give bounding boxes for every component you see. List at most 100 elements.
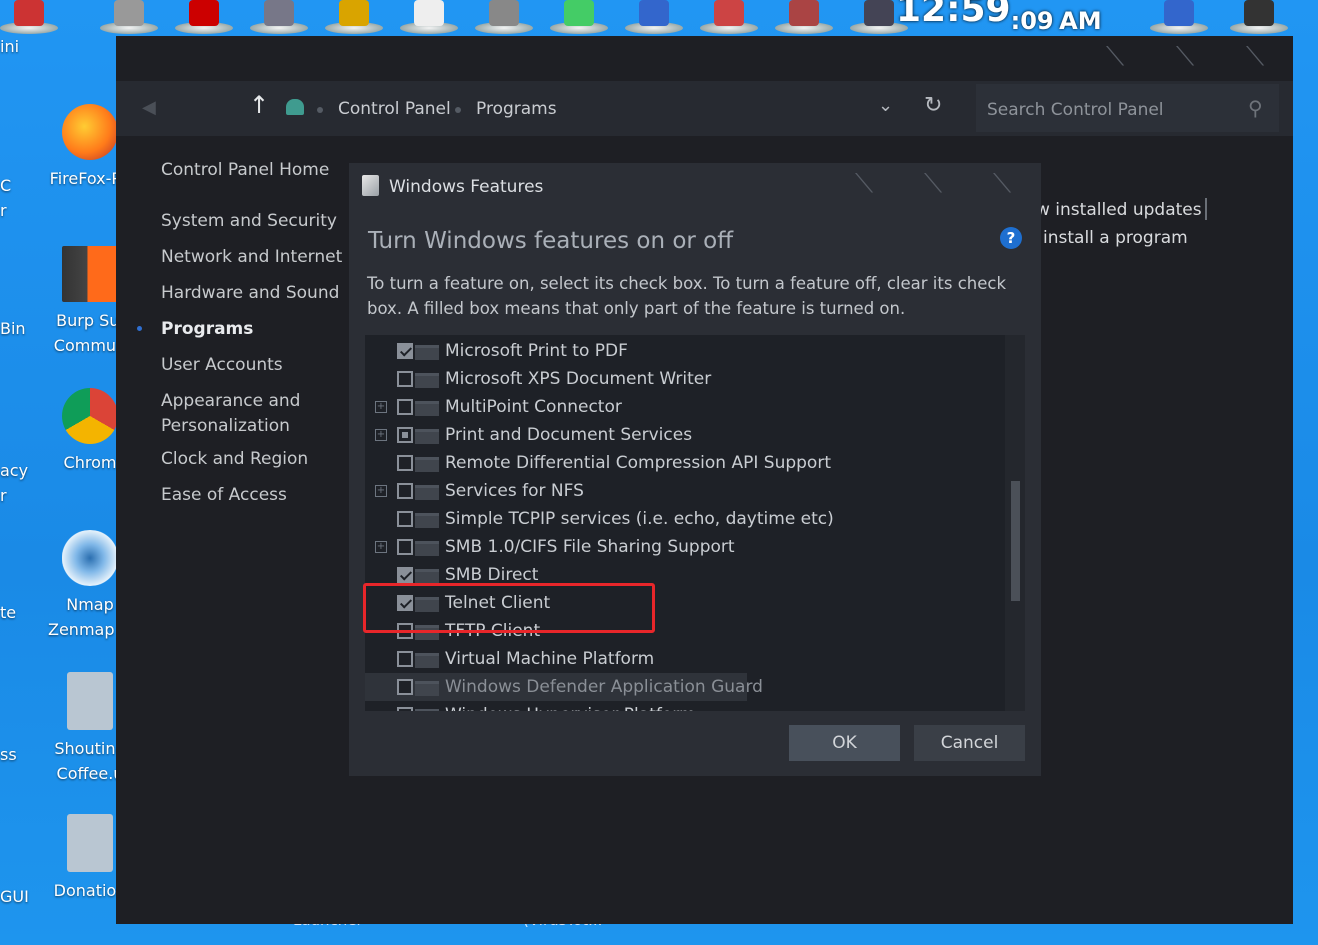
taskbar-app-icon[interactable]: [325, 0, 383, 34]
desktop-left-label: acy: [0, 461, 29, 480]
feature-row[interactable]: + Services for NFS: [365, 477, 1005, 505]
search-icon[interactable]: ⚲: [1248, 96, 1263, 120]
search-input[interactable]: Search Control Panel: [987, 100, 1164, 120]
folder-icon: [415, 401, 439, 416]
taskbar-app-icon[interactable]: [0, 0, 58, 34]
chevron-down-icon[interactable]: ⌄: [878, 95, 893, 116]
control-panel-titlebar: ⟍ ⟍ ⟍: [116, 36, 1293, 81]
taskbar-app-icon[interactable]: [1230, 0, 1288, 34]
app-icon: [714, 0, 744, 26]
taskbar-app-icon[interactable]: [550, 0, 608, 34]
feature-row[interactable]: Simple TCPIP services (i.e. echo, daytim…: [365, 505, 1005, 533]
feature-row[interactable]: Windows Hypervisor Platform: [365, 701, 1005, 711]
taskbar-app-icon[interactable]: [250, 0, 308, 34]
sidebar-item-system-security[interactable]: System and Security: [161, 209, 337, 234]
desktop-left-label: te: [0, 603, 17, 622]
feature-checkbox[interactable]: [397, 427, 413, 443]
refresh-icon[interactable]: ↻: [924, 93, 942, 118]
breadcrumb-separator: [317, 107, 323, 113]
folder-icon: [415, 345, 439, 360]
feature-checkbox[interactable]: [397, 343, 413, 359]
feature-row[interactable]: Remote Differential Compression API Supp…: [365, 449, 1005, 477]
taskbar-app-icon[interactable]: [100, 0, 158, 34]
app-icon: [639, 0, 669, 26]
cancel-button[interactable]: Cancel: [914, 725, 1025, 761]
taskbar-app-icon[interactable]: [400, 0, 458, 34]
expand-icon[interactable]: +: [375, 429, 387, 441]
feature-row[interactable]: Virtual Machine Platform: [365, 645, 1005, 673]
breadcrumb-control-panel[interactable]: Control Panel: [338, 99, 451, 119]
taskbar-app-icon[interactable]: [775, 0, 833, 34]
taskbar-app-icon[interactable]: [1150, 0, 1208, 34]
expand-icon[interactable]: +: [375, 401, 387, 413]
up-arrow-icon[interactable]: ↑: [249, 91, 269, 119]
sidebar-item-network-internet[interactable]: Network and Internet: [161, 245, 342, 270]
feature-list: Windows Hypervisor Platform Windows Defen…: [365, 335, 1025, 711]
close-icon[interactable]: ⟍: [993, 169, 1011, 200]
install-program-link[interactable]: install a program: [1043, 228, 1188, 248]
app-icon: [14, 0, 44, 26]
taskbar-app-icon[interactable]: [175, 0, 233, 34]
clock-ampm: AM: [1059, 7, 1102, 35]
maximize-icon[interactable]: ⟍: [1176, 42, 1194, 73]
feature-label: Windows Defender Application Guard: [445, 677, 763, 697]
expand-icon[interactable]: +: [375, 485, 387, 497]
ok-button[interactable]: OK: [789, 725, 900, 761]
feature-checkbox[interactable]: [397, 399, 413, 415]
desktop-left-label: GUI: [0, 887, 29, 906]
feature-row[interactable]: + Print and Document Services: [365, 421, 1005, 449]
feature-checkbox[interactable]: [397, 511, 413, 527]
scrollbar[interactable]: [1005, 335, 1025, 711]
feature-row[interactable]: Microsoft Print to PDF: [365, 337, 1005, 365]
breadcrumb-programs[interactable]: Programs: [476, 99, 557, 119]
feature-checkbox[interactable]: [397, 651, 413, 667]
feature-row[interactable]: + MultiPoint Connector: [365, 393, 1005, 421]
folder-icon: [415, 485, 439, 500]
sidebar-item-programs[interactable]: Programs: [161, 317, 253, 342]
feature-checkbox[interactable]: [397, 483, 413, 499]
feature-row[interactable]: + SMB 1.0/CIFS File Sharing Support: [365, 533, 1005, 561]
taskbar-app-icon[interactable]: [475, 0, 533, 34]
dialog-heading: Turn Windows features on or off: [368, 228, 734, 254]
sidebar-item-user-accounts[interactable]: User Accounts: [161, 353, 283, 378]
feature-row[interactable]: Microsoft XPS Document Writer: [365, 365, 1005, 393]
feature-checkbox[interactable]: [397, 371, 413, 387]
minimize-icon[interactable]: ⟍: [855, 169, 873, 200]
feature-label: Windows Hypervisor Platform: [445, 705, 696, 711]
taskbar-app-icon[interactable]: [700, 0, 758, 34]
clock-seconds: :09: [1010, 7, 1054, 35]
sidebar-item-control-panel-home[interactable]: Control Panel Home: [161, 158, 329, 183]
sidebar-item-ease-of-access[interactable]: Ease of Access: [161, 483, 287, 508]
close-icon[interactable]: ⟍: [1246, 42, 1264, 73]
active-indicator: [137, 326, 142, 331]
app-icon: [414, 0, 444, 26]
feature-checkbox[interactable]: [397, 567, 413, 583]
desktop-left-label: ini: [0, 37, 20, 56]
file-icon: [67, 814, 113, 872]
view-installed-updates-link[interactable]: w installed updates: [1036, 200, 1202, 220]
feature-label: Simple TCPIP services (i.e. echo, daytim…: [445, 509, 834, 529]
feature-checkbox[interactable]: [397, 539, 413, 555]
breadcrumb-separator: [455, 107, 461, 113]
maximize-icon[interactable]: ⟍: [924, 169, 942, 200]
back-arrow-icon[interactable]: ◀: [142, 97, 156, 118]
feature-checkbox[interactable]: [397, 679, 413, 695]
desktop-left-label: Bin: [0, 319, 26, 338]
search-box[interactable]: Search Control Panel ⚲: [976, 84, 1279, 132]
control-panel-icon: [286, 99, 304, 115]
sidebar-item-appearance-line2[interactable]: Personalization: [161, 414, 290, 439]
sidebar-item-hardware-sound[interactable]: Hardware and Sound: [161, 281, 339, 306]
feature-row[interactable]: Windows Defender Application Guard: [365, 673, 763, 701]
top-icon-bar: [0, 0, 1318, 34]
taskbar-app-icon[interactable]: [625, 0, 683, 34]
expand-icon[interactable]: +: [375, 541, 387, 553]
sidebar-item-clock-region[interactable]: Clock and Region: [161, 447, 308, 472]
help-icon[interactable]: ?: [1000, 227, 1022, 249]
feature-checkbox[interactable]: [397, 707, 413, 711]
feature-checkbox[interactable]: [397, 455, 413, 471]
minimize-icon[interactable]: ⟍: [1106, 42, 1124, 73]
sidebar-item-appearance[interactable]: Appearance and: [161, 389, 300, 414]
scrollbar-thumb[interactable]: [1011, 481, 1020, 601]
desktop-left-label: ss: [0, 745, 17, 764]
windows-features-dialog: Windows Features ⟍ ⟍ ⟍ Turn Windows feat…: [349, 163, 1041, 776]
